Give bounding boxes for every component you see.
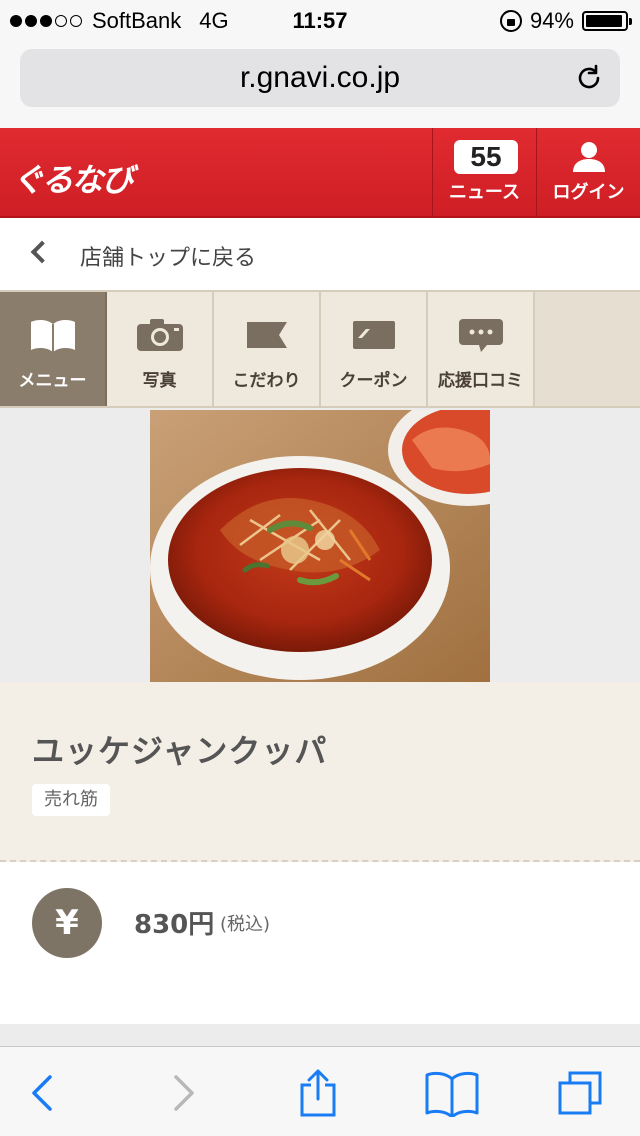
tab-label: メニュー bbox=[18, 371, 87, 391]
tab-menu[interactable]: メニュー bbox=[0, 292, 107, 406]
back-arrow-icon[interactable] bbox=[20, 1069, 68, 1117]
dish-title-panel: ユッケジャンクッパ 売れ筋 bbox=[0, 682, 640, 862]
browser-toolbar bbox=[0, 1046, 640, 1136]
bookmarks-icon[interactable] bbox=[424, 1069, 480, 1117]
ticket-icon bbox=[352, 321, 395, 349]
browser-address-area: r.gnavi.co.jp bbox=[0, 40, 640, 128]
gurunavi-logo[interactable]: ぐるなび bbox=[12, 155, 133, 201]
share-icon[interactable] bbox=[294, 1069, 342, 1117]
battery-icon bbox=[582, 11, 632, 31]
battery-fill bbox=[586, 15, 622, 27]
person-icon bbox=[573, 142, 605, 172]
flag-icon bbox=[246, 322, 287, 348]
tab-label: 応援口コミ bbox=[438, 371, 523, 391]
tabs-icon[interactable] bbox=[556, 1069, 604, 1117]
dish-photo bbox=[150, 410, 490, 682]
back-label: 店舗トップに戻る bbox=[80, 246, 257, 271]
login-label: ログイン bbox=[552, 182, 625, 203]
chevron-left-icon bbox=[30, 240, 54, 264]
news-count-badge: 55 bbox=[454, 140, 518, 174]
dish-price: 830円 bbox=[134, 910, 215, 940]
yen-icon: ¥ bbox=[32, 888, 102, 958]
back-to-store-link[interactable]: 店舗トップに戻る bbox=[0, 218, 640, 290]
tab-coupon[interactable]: クーポン bbox=[321, 292, 428, 406]
chat-icon bbox=[458, 319, 503, 352]
tab-photos[interactable]: 写真 bbox=[107, 292, 214, 406]
status-bar: SoftBank 4G 11:57 94% bbox=[0, 0, 640, 40]
address-bar[interactable]: r.gnavi.co.jp bbox=[20, 49, 620, 107]
news-label: ニュース bbox=[448, 182, 521, 203]
tab-label: クーポン bbox=[339, 371, 408, 391]
store-tabs: メニュー 写真 こだわり クーポン 応援口コミ bbox=[0, 290, 640, 408]
reload-icon[interactable] bbox=[574, 63, 604, 93]
tab-label: 写真 bbox=[142, 371, 177, 391]
forward-arrow-icon[interactable] bbox=[158, 1069, 206, 1117]
site-header: ぐるなび 55 ニュース ログイン bbox=[0, 128, 640, 218]
dish-name: ユッケジャンクッパ bbox=[32, 732, 328, 770]
tab-label: こだわり bbox=[232, 371, 301, 391]
book-icon bbox=[30, 319, 75, 352]
login-button[interactable]: ログイン bbox=[536, 128, 640, 216]
battery-percent: 94% bbox=[529, 8, 574, 33]
news-button[interactable]: 55 ニュース bbox=[432, 128, 536, 216]
tab-reviews[interactable]: 応援口コミ bbox=[428, 292, 535, 406]
photo-area bbox=[0, 410, 640, 682]
tab-kodawari[interactable]: こだわり bbox=[214, 292, 321, 406]
status-right: 94% bbox=[499, 8, 632, 34]
tax-note: (税込) bbox=[220, 914, 271, 935]
price-panel: ¥ 830円 (税込) bbox=[0, 862, 640, 1024]
url-text: r.gnavi.co.jp bbox=[239, 61, 401, 94]
bestseller-badge: 売れ筋 bbox=[32, 784, 110, 816]
rotation-lock-icon bbox=[499, 10, 522, 32]
camera-icon bbox=[136, 319, 183, 351]
tabs-filler bbox=[535, 292, 640, 406]
